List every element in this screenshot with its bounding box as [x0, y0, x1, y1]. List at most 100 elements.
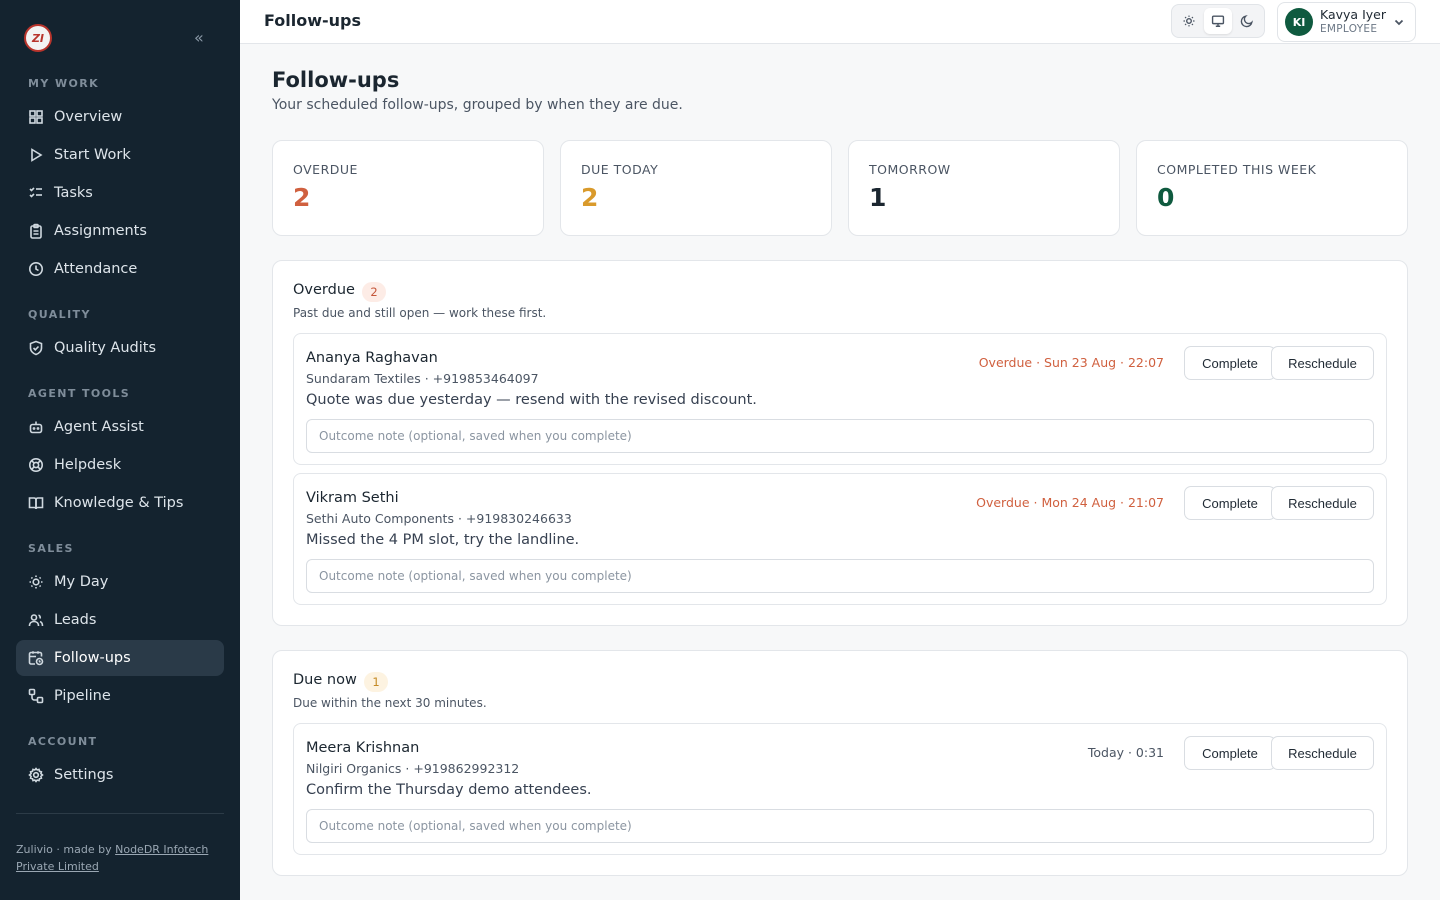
follow-up-note: Missed the 4 PM slot, try the landline.	[306, 532, 580, 548]
complete-button[interactable]: Complete	[1184, 486, 1276, 520]
outcome-note-input[interactable]	[306, 419, 1374, 453]
dark-theme-button[interactable]	[1233, 8, 1261, 34]
sidebar-item-label: Assignments	[54, 223, 147, 239]
sidebar-item-follow-ups[interactable]: Follow-ups	[16, 640, 224, 676]
section-label-my-work: MY WORK	[28, 77, 100, 90]
due-status: Overdue · Sun 23 Aug · 22:07	[978, 355, 1164, 370]
collapse-sidebar-icon[interactable]: «	[194, 28, 204, 47]
sidebar-item-label: Helpdesk	[54, 457, 122, 473]
sun-icon	[1183, 15, 1195, 27]
complete-button[interactable]: Complete	[1184, 736, 1276, 770]
lifebuoy-icon	[29, 458, 43, 472]
follow-up-card: Meera Krishnan Nilgiri Organics · +91986…	[293, 723, 1387, 855]
sun-icon	[29, 575, 43, 589]
page-title: Follow-ups	[272, 68, 400, 92]
stat-label: DUE TODAY	[581, 162, 659, 177]
due-status: Today · 0:31	[1087, 745, 1164, 760]
group-description: Due within the next 30 minutes.	[293, 696, 487, 710]
sidebar-item-label: Tasks	[54, 185, 93, 201]
play-icon	[31, 148, 43, 162]
topbar-title: Follow-ups	[264, 11, 362, 30]
sidebar-item-label: Knowledge & Tips	[54, 495, 184, 511]
section-label-account: ACCOUNT	[28, 735, 98, 748]
complete-button[interactable]: Complete	[1184, 346, 1276, 380]
follow-up-card: Vikram Sethi Sethi Auto Components · +91…	[293, 473, 1387, 605]
sidebar-item-knowledge-tips[interactable]: Knowledge & Tips	[16, 485, 224, 521]
contact-company-phone: Sundaram Textiles · +919853464097	[306, 371, 539, 386]
footer-text: Zulivio · made by	[16, 843, 116, 856]
stat-label: COMPLETED THIS WEEK	[1157, 162, 1317, 177]
app-logo[interactable]: ZI	[24, 24, 52, 52]
users-icon	[28, 614, 44, 627]
light-theme-button[interactable]	[1175, 8, 1203, 34]
sidebar-item-label: My Day	[54, 574, 109, 590]
sidebar-item-label: Start Work	[54, 147, 131, 163]
sidebar-item-label: Follow-ups	[54, 650, 131, 666]
sidebar-item-label: Settings	[54, 767, 114, 783]
sidebar-item-assignments[interactable]: Assignments	[16, 213, 224, 249]
contact-company-phone: Nilgiri Organics · +919862992312	[306, 761, 520, 776]
group-title: Due now	[293, 672, 357, 688]
contact-name: Vikram Sethi	[306, 490, 399, 506]
sidebar-footer: Zulivio · made by NodeDR Infotech Privat…	[16, 841, 226, 875]
stat-value: 2	[581, 183, 599, 212]
sidebar-item-helpdesk[interactable]: Helpdesk	[16, 447, 224, 483]
group-count-badge: 1	[364, 672, 388, 692]
sidebar-item-start-work[interactable]: Start Work	[16, 137, 224, 173]
outcome-note-input[interactable]	[306, 559, 1374, 593]
stat-label: TOMORROW	[869, 162, 951, 177]
sidebar-item-settings[interactable]: Settings	[16, 757, 224, 793]
contact-company-phone: Sethi Auto Components · +919830246633	[306, 511, 572, 526]
sidebar-item-label: Agent Assist	[54, 419, 144, 435]
reschedule-button[interactable]: Reschedule	[1271, 736, 1374, 770]
sidebar-item-attendance[interactable]: Attendance	[16, 251, 224, 287]
sidebar-item-leads[interactable]: Leads	[16, 602, 224, 638]
sidebar-item-quality-audits[interactable]: Quality Audits	[16, 330, 224, 366]
checklist-icon	[29, 187, 42, 198]
stat-card-overdue: OVERDUE 2	[272, 140, 544, 236]
sidebar-item-my-day[interactable]: My Day	[16, 564, 224, 600]
outcome-note-input[interactable]	[306, 809, 1374, 843]
stat-card-due-today: DUE TODAY 2	[560, 140, 832, 236]
group-description: Past due and still open — work these fir…	[293, 306, 547, 320]
sidebar: ZI « MY WORK Overview Start Work Tasks A…	[0, 0, 240, 900]
gear-icon	[28, 767, 44, 783]
user-role: EMPLOYEE	[1320, 23, 1378, 35]
group-title: Overdue	[293, 282, 355, 298]
sidebar-item-label: Overview	[54, 109, 123, 125]
user-menu[interactable]: KI Kavya Iyer EMPLOYEE	[1277, 2, 1416, 42]
sidebar-item-pipeline[interactable]: Pipeline	[16, 678, 224, 714]
stat-card-tomorrow: TOMORROW 1	[848, 140, 1120, 236]
sidebar-item-agent-assist[interactable]: Agent Assist	[16, 409, 224, 445]
sidebar-item-label: Leads	[54, 612, 97, 628]
clock-icon	[29, 262, 43, 276]
moon-icon	[1240, 15, 1253, 28]
calendar-clock-icon	[28, 651, 44, 666]
sidebar-item-label: Quality Audits	[54, 340, 157, 356]
clipboard-icon	[30, 223, 42, 239]
user-name: Kavya Iyer	[1320, 7, 1386, 22]
overdue-group: Overdue 2 Past due and still open — work…	[272, 260, 1408, 626]
logo-text: ZI	[31, 31, 45, 45]
follow-up-note: Confirm the Thursday demo attendees.	[306, 782, 592, 798]
chevron-down-icon	[1394, 19, 1404, 26]
follow-up-note: Quote was due yesterday — resend with th…	[306, 392, 757, 408]
section-label-agent-tools: AGENT TOOLS	[28, 387, 131, 400]
stat-label: OVERDUE	[293, 162, 358, 177]
stat-value: 2	[293, 183, 311, 212]
shield-check-icon	[29, 340, 43, 356]
system-theme-button[interactable]	[1203, 8, 1232, 34]
grid-icon	[29, 110, 43, 124]
avatar: KI	[1285, 8, 1313, 36]
stat-value: 0	[1157, 183, 1175, 212]
book-icon	[28, 497, 44, 510]
bot-icon	[29, 421, 43, 434]
reschedule-button[interactable]: Reschedule	[1271, 486, 1374, 520]
group-count-badge: 2	[362, 282, 386, 302]
theme-toggle	[1171, 4, 1265, 38]
contact-name: Meera Krishnan	[306, 740, 420, 756]
reschedule-button[interactable]: Reschedule	[1271, 346, 1374, 380]
sidebar-item-tasks[interactable]: Tasks	[16, 175, 224, 211]
sidebar-item-overview[interactable]: Overview	[16, 99, 224, 135]
stat-card-completed-this-week: COMPLETED THIS WEEK 0	[1136, 140, 1408, 236]
